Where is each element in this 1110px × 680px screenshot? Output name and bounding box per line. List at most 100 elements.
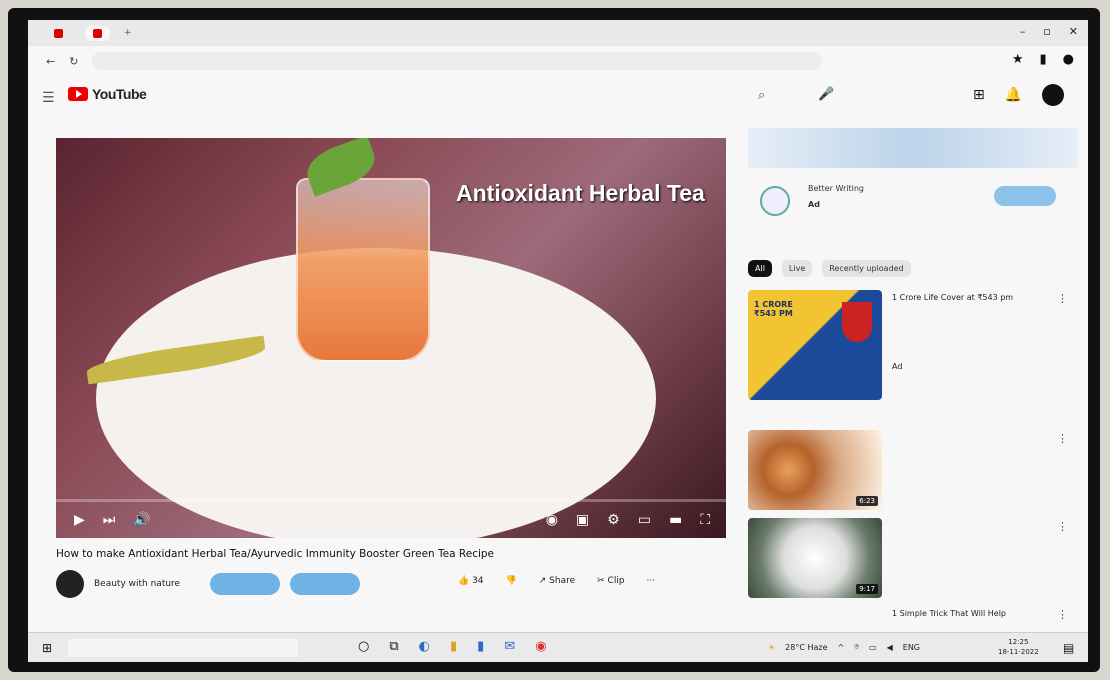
windows-taskbar: ⊞ ○ ⧉ ◐ ▮ ▮ ✉ ◉ ☀ 28°C Haze ^ ⌾ ▭ ◀ ENG … [28, 632, 1088, 662]
join-button[interactable] [210, 573, 281, 595]
browser-tab[interactable] [46, 26, 71, 41]
recommendation-meta: Ad [892, 362, 903, 371]
mail-icon[interactable]: ✉ [504, 639, 515, 654]
chip-recent[interactable]: Recently uploaded [822, 260, 911, 277]
next-icon[interactable]: ⏭ [103, 512, 116, 528]
create-icon[interactable]: ⊞ [973, 87, 985, 103]
more-options-icon[interactable]: ⋮ [1057, 608, 1068, 621]
video-player[interactable]: Antioxidant Herbal Tea ▶ ⏭ 🔊 ◉ ▣ ⚙ ▭ ▬ ⛶ [56, 138, 726, 538]
browser-tab-active[interactable] [85, 25, 110, 41]
monitor-frame: + – ▫ ✕ ← ↻ ★ ▮ ● ☰ YouTube ⌕ 🎤 ⊞ 🔔 Anti… [8, 8, 1100, 672]
recommendation-item[interactable]: 1 CRORE ₹543 PM 1 Crore Life Cover at ₹5… [748, 290, 1078, 400]
player-controls: ▶ ⏭ 🔊 ◉ ▣ ⚙ ▭ ▬ ⛶ [56, 502, 726, 538]
filter-chips: All Live Recently uploaded [748, 260, 911, 277]
hamburger-menu-icon[interactable]: ☰ [42, 90, 55, 106]
clock-date: 18-11-2022 [998, 648, 1039, 656]
miniplayer-icon[interactable]: ▭ [638, 512, 651, 528]
like-button[interactable]: 👍 34 [458, 576, 484, 586]
browser-extensions: ★ ▮ ● [1012, 52, 1074, 67]
more-actions-icon[interactable]: ··· [647, 576, 656, 586]
maximize-icon[interactable]: ▫ [1043, 25, 1050, 38]
video-frame-glass [296, 178, 430, 362]
fullscreen-icon[interactable]: ⛶ [700, 512, 710, 528]
ad-card[interactable]: Better Writing Ad [748, 178, 1078, 228]
language-indicator[interactable]: ENG [903, 643, 920, 652]
recommendation-thumbnail[interactable]: 6:23 [748, 430, 882, 510]
settings-gear-icon[interactable]: ⚙ [607, 512, 620, 528]
channel-name[interactable]: Beauty with nature [94, 579, 180, 589]
chip-all[interactable]: All [748, 260, 772, 277]
youtube-logo-text: YouTube [92, 86, 147, 102]
video-duration: 9:17 [856, 584, 878, 594]
theater-mode-icon[interactable]: ▬ [669, 512, 682, 528]
browser-tab-bar: + – ▫ ✕ [28, 20, 1088, 46]
recommendation-thumbnail[interactable]: 1 CRORE ₹543 PM [748, 290, 882, 400]
microphone-icon[interactable]: 🎤 [818, 87, 834, 102]
extension-icon[interactable]: ▮ [1040, 52, 1047, 67]
more-options-icon[interactable]: ⋮ [1057, 292, 1068, 305]
header-right: ⊞ 🔔 [973, 84, 1065, 106]
recommendation-title[interactable]: 1 Crore Life Cover at ₹543 pm [892, 292, 1052, 303]
channel-avatar[interactable] [56, 570, 84, 598]
chip-live[interactable]: Live [781, 260, 813, 277]
notifications-icon[interactable]: 🔔 [1005, 87, 1022, 103]
recommendation-item[interactable]: 6:23 ⋮ [748, 430, 1078, 510]
url-field[interactable] [92, 52, 823, 70]
store-icon[interactable]: ▮ [477, 639, 484, 654]
clock-time: 12:25 [1008, 638, 1029, 646]
video-actions: 👍 34 👎 ↗ Share ✂ Clip ··· [458, 576, 655, 586]
weather-text[interactable]: 28°C Haze [785, 643, 827, 652]
back-icon[interactable]: ← [46, 55, 55, 68]
account-avatar[interactable] [1042, 84, 1065, 106]
windows-start-icon[interactable]: ⊞ [42, 641, 52, 655]
youtube-favicon-icon [93, 28, 102, 38]
new-tab-icon[interactable]: + [124, 28, 132, 38]
volume-icon[interactable]: 🔊 [133, 512, 150, 528]
shield-icon [842, 302, 872, 342]
task-view-icon[interactable]: ⧉ [389, 639, 398, 654]
chrome-icon[interactable]: ◉ [535, 639, 546, 654]
screen: + – ▫ ✕ ← ↻ ★ ▮ ● ☰ YouTube ⌕ 🎤 ⊞ 🔔 Anti… [28, 20, 1088, 662]
recommendation-item[interactable]: 1 Simple Trick That Will Help ⋮ [748, 606, 1078, 630]
address-bar-row: ← ↻ [28, 46, 1088, 76]
speaker-icon[interactable]: ◀ [887, 643, 893, 652]
video-title: How to make Antioxidant Herbal Tea/Ayurv… [56, 548, 495, 560]
file-explorer-icon[interactable]: ▮ [450, 639, 457, 654]
taskbar-search-field[interactable] [68, 639, 298, 657]
tray-chevron-icon[interactable]: ^ [838, 643, 845, 652]
profile-icon[interactable]: ● [1063, 52, 1074, 67]
notification-center-icon[interactable]: ▤ [1063, 641, 1074, 655]
subscribe-button[interactable] [290, 573, 361, 595]
star-icon[interactable]: ★ [1012, 52, 1024, 67]
network-icon[interactable]: ⌾ [854, 642, 859, 652]
more-options-icon[interactable]: ⋮ [1057, 432, 1068, 445]
reload-icon[interactable]: ↻ [69, 55, 78, 68]
recommendation-item[interactable]: 9:17 ⋮ [748, 518, 1078, 598]
share-label: Share [549, 576, 576, 586]
more-options-icon[interactable]: ⋮ [1057, 520, 1068, 533]
search-circle-icon[interactable]: ○ [358, 639, 369, 654]
play-icon[interactable]: ▶ [74, 512, 85, 528]
recommendation-thumbnail[interactable]: 9:17 [748, 518, 882, 598]
taskbar-clock[interactable]: 12:25 18-11-2022 [998, 637, 1039, 657]
clip-button[interactable]: ✂ Clip [597, 576, 624, 586]
ad-banner-image[interactable] [748, 128, 1078, 168]
subtitles-icon[interactable]: ▣ [576, 512, 589, 528]
ad-advertiser: Better Writing [808, 184, 865, 193]
weather-icon: ☀ [768, 642, 776, 652]
close-icon[interactable]: ✕ [1069, 25, 1078, 38]
autoplay-icon[interactable]: ◉ [546, 512, 558, 528]
clip-label: Clip [607, 576, 625, 586]
dislike-icon[interactable]: 👎 [506, 576, 517, 586]
recommendation-title[interactable]: 1 Simple Trick That Will Help [892, 608, 1052, 619]
battery-icon[interactable]: ▭ [869, 643, 877, 652]
edge-icon[interactable]: ◐ [419, 639, 430, 654]
minimize-icon[interactable]: – [1020, 25, 1026, 38]
share-button[interactable]: ↗ Share [539, 576, 575, 586]
channel-row: Beauty with nature [56, 570, 361, 598]
ad-cta-button[interactable] [994, 186, 1056, 206]
youtube-logo[interactable]: YouTube [68, 86, 147, 102]
ad-logo [760, 186, 790, 216]
search-icon[interactable]: ⌕ [758, 88, 765, 103]
video-duration: 6:23 [856, 496, 878, 506]
